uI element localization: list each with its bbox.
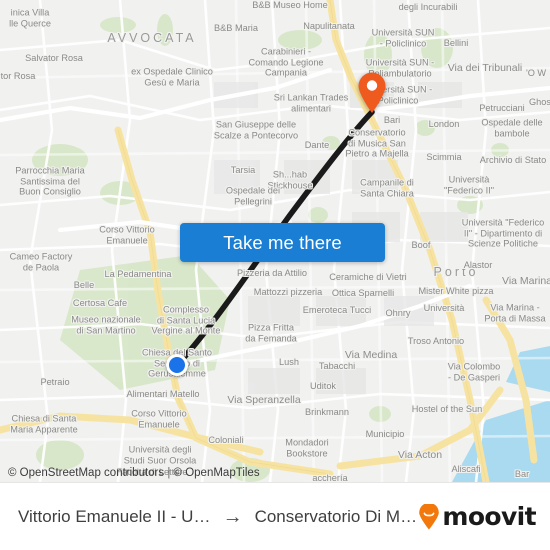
take-me-there-button[interactable]: Take me there: [180, 223, 385, 262]
origin-marker[interactable]: [166, 354, 188, 376]
map-canvas[interactable]: inica Villa lle Querce AVVOCATA Salvator R…: [0, 0, 550, 482]
route-arrow-icon: →: [222, 505, 243, 528]
route-footer-bar: Vittorio Emanuele II - Univ... → Conserv…: [0, 482, 550, 550]
attribution-osm[interactable]: © OpenStreetMap contributors: [8, 467, 164, 479]
route-origin-label[interactable]: Vittorio Emanuele II - Univ...: [18, 507, 211, 527]
moovit-wordmark: moovit: [442, 502, 536, 531]
attribution-tiles[interactable]: © OpenMapTiles: [174, 467, 260, 479]
moovit-logo[interactable]: moovit: [417, 502, 540, 531]
route-destination-label[interactable]: Conservatorio Di Mus...: [255, 507, 418, 527]
attribution-separator: |: [167, 467, 171, 479]
map-attribution: © OpenStreetMap contributors | © OpenMap…: [8, 467, 260, 479]
destination-marker-pin[interactable]: [357, 72, 387, 114]
moovit-pin-icon: [419, 503, 440, 529]
moovit-route-preview: inica Villa lle Querce AVVOCATA Salvator R…: [0, 0, 550, 550]
